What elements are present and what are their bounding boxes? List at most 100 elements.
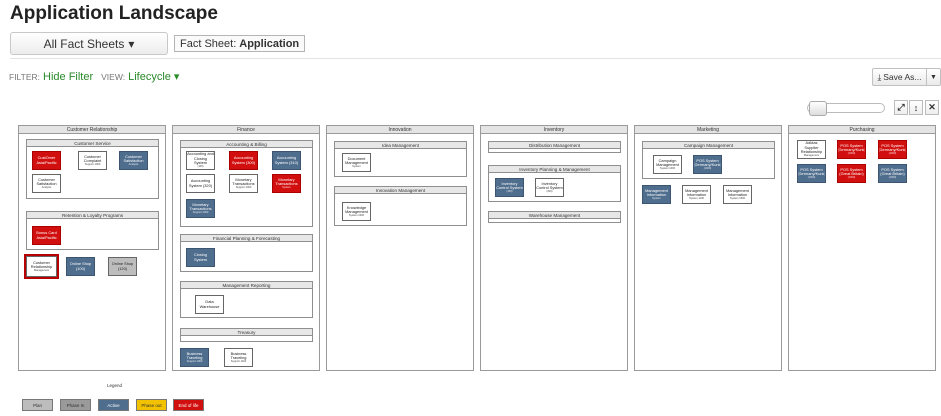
lane-customer-relationship: Customer Relationship Customer Service C… bbox=[18, 125, 166, 371]
app-box[interactable]: Inventory Control System (100) bbox=[495, 178, 524, 197]
group-customer-service: Customer Service CustOmer Asia/Pacific Cu… bbox=[26, 139, 159, 199]
save-as-button-group: ⤓ Save As... ▼ bbox=[872, 68, 941, 86]
caret-down-icon: ▾ bbox=[128, 36, 135, 51]
lane-header: Customer Relationship bbox=[19, 126, 165, 134]
app-box[interactable]: Business Traveling Support 1000 bbox=[180, 348, 209, 367]
app-box[interactable]: Customer Complaint Support 1000 bbox=[78, 151, 107, 170]
app-box[interactable]: Accounting System (310) bbox=[272, 151, 301, 170]
group-campaign-management: Campaign Management Campaign Management Sy… bbox=[642, 141, 775, 179]
group-header: Customer Service bbox=[27, 140, 158, 147]
app-box[interactable]: POS System (Germany/Kunk) (1000) bbox=[878, 140, 907, 159]
expand-icon[interactable]: ⤢ bbox=[894, 100, 908, 115]
app-box[interactable]: POS System (Germany/Kunk) (1000) bbox=[837, 140, 866, 159]
view-lifecycle-dropdown[interactable]: Lifecycle ▾ bbox=[128, 70, 179, 83]
legend-item-phase-in: Phase In bbox=[60, 399, 91, 411]
group-accounting-billing: Accounting & Billing Accounting and Closi… bbox=[180, 140, 313, 227]
group-header: Management Reporting bbox=[181, 282, 312, 289]
legend-item-plan: Plan bbox=[22, 399, 53, 411]
group-distribution-management: Distribution Management bbox=[488, 141, 621, 153]
view-value: Lifecycle bbox=[128, 71, 171, 83]
app-box[interactable]: POS System (Germany/Kunk) (1000) bbox=[797, 164, 826, 183]
app-box[interactable]: Monetary Transactions System bbox=[272, 174, 301, 193]
page-title: Application Landscape bbox=[10, 3, 218, 24]
group-header: Innovation Management bbox=[335, 187, 466, 194]
lane-header: Purchasing bbox=[789, 126, 935, 134]
app-box[interactable]: POS System (Great Britain) (1000) bbox=[837, 164, 866, 183]
group-header: Accounting & Billing bbox=[181, 141, 312, 148]
lane-header: Marketing bbox=[635, 126, 781, 134]
hide-filter-link[interactable]: Hide Filter bbox=[43, 71, 93, 83]
group-inventory-planning: Inventory Planning & Management Inventor… bbox=[488, 165, 621, 202]
group-innovation-management: Innovation Management Knowledge Managemen… bbox=[334, 186, 467, 226]
app-box[interactable]: Monetary Transactions Support 1000 bbox=[229, 174, 258, 193]
group-header: Inventory Planning & Management bbox=[489, 166, 620, 173]
lane-inventory: Inventory Distribution Management Invent… bbox=[480, 125, 628, 371]
fact-sheet-tag-value: Application bbox=[239, 37, 300, 50]
collapse-icon[interactable]: ✕ bbox=[925, 100, 939, 115]
app-box[interactable]: Online Shop (100) bbox=[66, 257, 95, 276]
all-fact-sheets-label: All Fact Sheets bbox=[43, 36, 125, 51]
zoom-slider[interactable] bbox=[807, 101, 885, 116]
group-treasury: Treasury bbox=[180, 328, 313, 342]
app-box[interactable]: POS System (Germany/Kunk) (1000) bbox=[693, 155, 722, 174]
lane-header: Inventory bbox=[481, 126, 627, 134]
group-header: Idea Management bbox=[335, 142, 466, 149]
group-header: Distribution Management bbox=[489, 142, 620, 149]
app-box[interactable]: CustOmer Asia/Pacific bbox=[32, 151, 61, 170]
app-box[interactable]: Online Shop (120) bbox=[108, 257, 137, 276]
app-box[interactable]: Adidas Supplier Relationship Management bbox=[797, 140, 826, 159]
save-as-label: Save As... bbox=[883, 72, 922, 82]
app-box[interactable]: Accounting and Closing System (100) bbox=[186, 151, 215, 170]
app-box[interactable]: POS System (Great Britain) (1000) bbox=[878, 164, 907, 183]
lane-finance: Finance Accounting & Billing Accounting … bbox=[172, 125, 320, 371]
app-box[interactable]: Customer Satisfaction Analysis bbox=[32, 174, 61, 193]
zoom-slider-thumb[interactable] bbox=[809, 101, 827, 116]
app-box[interactable]: Management Information System bbox=[642, 185, 671, 204]
app-box[interactable]: Customer Satisfaction Analysis bbox=[119, 151, 148, 170]
app-box[interactable]: Monetary Transactions Support 2000 bbox=[186, 199, 215, 218]
fact-sheet-filter-tag[interactable]: Fact Sheet: Application bbox=[174, 35, 306, 52]
download-icon: ⤓ bbox=[877, 71, 882, 82]
all-fact-sheets-dropdown[interactable]: All Fact Sheets ▾ bbox=[10, 32, 168, 55]
app-box[interactable]: Management Information System 1100 bbox=[682, 185, 711, 204]
app-box[interactable]: Management Information System 1500 bbox=[723, 185, 752, 204]
app-box[interactable]: Document Management System bbox=[342, 153, 371, 172]
legend-title: Legend bbox=[107, 383, 123, 388]
legend-item-active: Active bbox=[98, 399, 129, 411]
group-header: Treasury bbox=[181, 329, 312, 336]
filter-bar: FILTER: Hide Filter VIEW: Lifecycle ▾ bbox=[9, 70, 179, 84]
lane-innovation: Innovation Idea Management Document Manag… bbox=[326, 125, 474, 371]
app-box[interactable]: Business Traveling Support 1100 bbox=[224, 348, 253, 367]
save-as-dropdown-toggle[interactable]: ▼ bbox=[927, 69, 940, 85]
app-box[interactable]: Data Warehouse bbox=[195, 295, 224, 314]
legend-item-end-of-life: End of life bbox=[173, 399, 204, 411]
app-box[interactable]: Inventory Control System (200) bbox=[535, 178, 564, 197]
group-management-reporting: Management Reporting Data Warehouse bbox=[180, 281, 313, 318]
group-retention-loyalty: Retention & Loyalty Programs Bonus Card A… bbox=[26, 211, 159, 250]
fact-sheet-tag-label: Fact Sheet: bbox=[180, 37, 237, 50]
lane-header: Innovation bbox=[327, 126, 473, 134]
group-financial-planning: Financial Planning & Forecasting Closing… bbox=[180, 234, 313, 272]
group-header: Campaign Management bbox=[643, 142, 774, 149]
group-header: Retention & Loyalty Programs bbox=[27, 212, 158, 219]
app-box[interactable]: Knowledge Management System 2400 bbox=[342, 202, 371, 221]
lane-purchasing: Purchasing Adidas Supplier Relationship Ma… bbox=[788, 125, 936, 371]
save-as-button[interactable]: ⤓ Save As... bbox=[873, 69, 927, 85]
app-box[interactable]: Bonus Card Asia/Pacific bbox=[32, 226, 61, 245]
group-header: Warehouse Management bbox=[489, 212, 620, 219]
filter-label: FILTER: bbox=[9, 71, 41, 82]
lane-header: Finance bbox=[173, 126, 319, 134]
app-box[interactable]: Accounting System (300) bbox=[229, 151, 258, 170]
legend-item-phase-out: Phase out bbox=[136, 399, 167, 411]
group-idea-management: Idea Management Document Management System bbox=[334, 141, 467, 177]
fit-height-icon[interactable]: ↕ bbox=[909, 100, 923, 115]
app-box[interactable]: Accounting System (320) bbox=[186, 174, 215, 193]
header-divider bbox=[10, 58, 941, 59]
view-label: VIEW: bbox=[101, 71, 126, 82]
lane-marketing: Marketing Campaign Management Campaign Ma… bbox=[634, 125, 782, 371]
app-box[interactable]: Campaign Management System 1000 bbox=[653, 155, 682, 174]
app-box[interactable]: Closing System bbox=[186, 248, 215, 267]
group-warehouse-management: Warehouse Management bbox=[488, 211, 621, 223]
app-box-selected[interactable]: Customer Relationship Management bbox=[24, 254, 59, 279]
group-header: Financial Planning & Forecasting bbox=[181, 235, 312, 242]
